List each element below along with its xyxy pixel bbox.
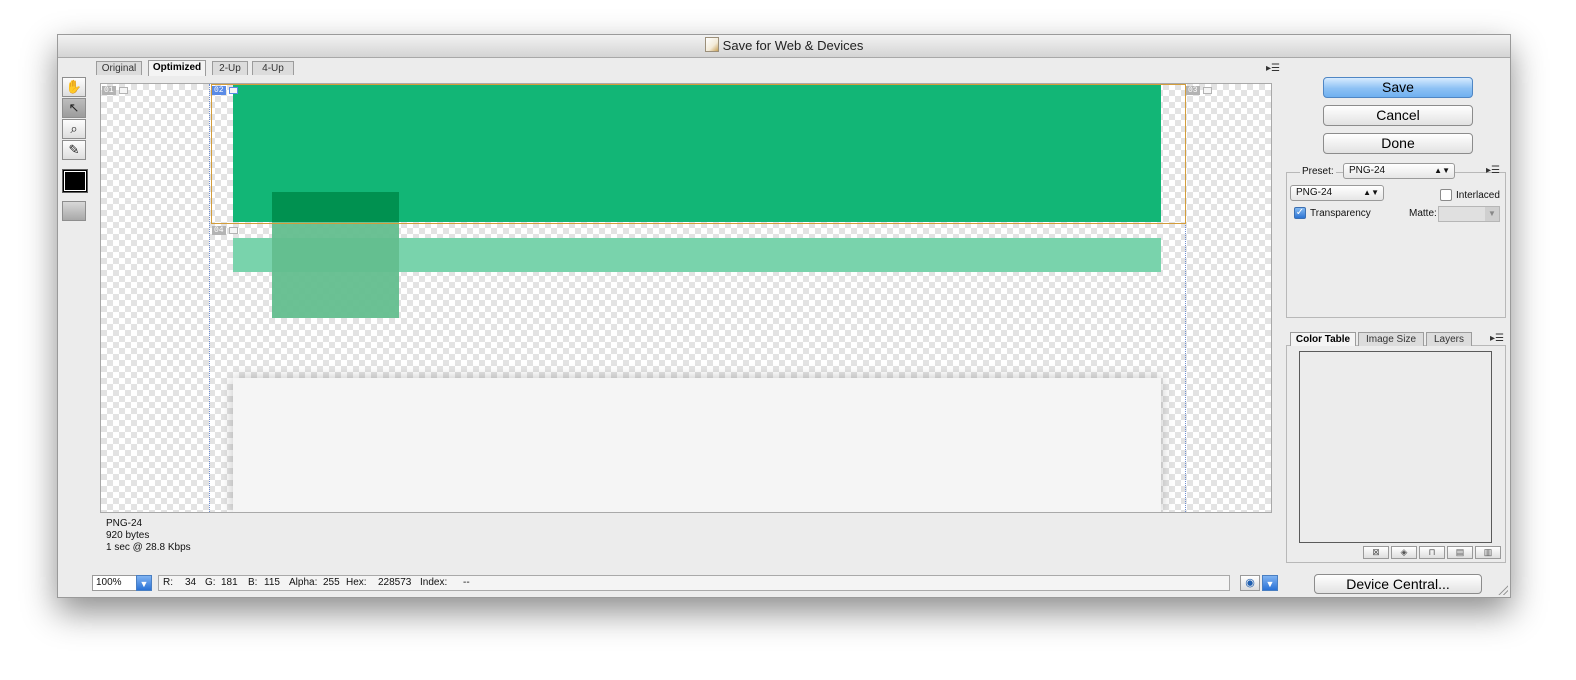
save-for-web-window: Save for Web & Devices Original Optimize… xyxy=(57,34,1511,598)
tab-color-table[interactable]: Color Table xyxy=(1290,332,1356,346)
chevron-down-icon: ▼ xyxy=(1485,207,1499,221)
lock-color-icon[interactable]: ⊓ xyxy=(1419,546,1445,559)
red-value: 34 xyxy=(185,577,197,588)
index-value: -- xyxy=(463,577,470,588)
hand-tool-icon[interactable]: ✋ xyxy=(62,77,86,97)
status-bar: 100% ▼ R: 34 G: 181 B: 115 Alpha: 255 He… xyxy=(92,573,1288,593)
hex-value: 228573 xyxy=(378,577,412,588)
eyedropper-tool-icon[interactable]: ✎ xyxy=(62,140,86,160)
preset-select[interactable]: PNG-24 ▲▼ xyxy=(1343,163,1455,179)
light-content-panel xyxy=(233,378,1161,512)
tab-optimized[interactable]: Optimized xyxy=(148,60,206,76)
preset-label: Preset: xyxy=(1300,166,1336,177)
panel-menu-icon[interactable]: ▸☰ xyxy=(1266,63,1280,74)
slice-label-03[interactable]: 03 xyxy=(1186,86,1200,95)
color-table-grid[interactable] xyxy=(1299,351,1492,543)
info-download-time: 1 sec @ 28.8 Kbps xyxy=(106,542,191,553)
optimization-info: PNG-24 920 bytes 1 sec @ 28.8 Kbps xyxy=(100,513,1270,559)
eyedropper-color-swatch[interactable] xyxy=(62,169,88,193)
selected-slice-outline[interactable] xyxy=(211,84,1186,224)
slice-image-icon xyxy=(119,87,128,94)
interlaced-label: Interlaced xyxy=(1456,190,1500,201)
save-button[interactable]: Save xyxy=(1323,77,1473,98)
done-button[interactable]: Done xyxy=(1323,133,1473,154)
slice-guide xyxy=(209,84,210,512)
slice-label-01[interactable]: 01 xyxy=(102,86,116,95)
tab-2-up[interactable]: 2-Up xyxy=(212,61,248,75)
transparency-label: Transparency xyxy=(1310,208,1371,219)
select-arrows-icon: ▲▼ xyxy=(1363,188,1379,197)
tab-original[interactable]: Original xyxy=(96,61,142,75)
image-preview-canvas[interactable]: 01 03 02 04 xyxy=(100,83,1272,513)
title-bar: Save for Web & Devices xyxy=(58,35,1510,58)
file-format-select[interactable]: PNG-24 ▲▼ xyxy=(1290,185,1384,201)
optimize-menu-icon[interactable]: ▸☰ xyxy=(1486,165,1500,176)
device-central-button[interactable]: Device Central... xyxy=(1314,574,1482,594)
tab-image-size[interactable]: Image Size xyxy=(1358,332,1424,346)
slice-select-tool-icon[interactable]: ↖ xyxy=(62,98,86,118)
tab-4-up[interactable]: 4-Up xyxy=(252,61,294,75)
new-color-icon[interactable]: ▤ xyxy=(1447,546,1473,559)
slice-image-icon xyxy=(229,227,238,234)
zoom-dropdown-icon[interactable]: ▼ xyxy=(136,575,152,591)
slice-image-icon xyxy=(229,87,238,94)
slice-label-04[interactable]: 04 xyxy=(212,226,226,235)
slice-label-02[interactable]: 02 xyxy=(212,86,226,95)
interlaced-checkbox[interactable] xyxy=(1440,189,1452,201)
info-format: PNG-24 xyxy=(106,518,143,529)
transparency-checkbox[interactable]: ✓ xyxy=(1294,207,1306,219)
browser-dropdown-icon[interactable]: ▼ xyxy=(1262,575,1278,591)
matte-select[interactable]: ▼ xyxy=(1438,206,1500,222)
select-arrows-icon: ▲▼ xyxy=(1434,166,1450,175)
document-icon xyxy=(704,37,719,52)
green-value: 181 xyxy=(221,577,238,588)
trash-icon[interactable]: ▥ xyxy=(1475,546,1501,559)
cancel-button[interactable]: Cancel xyxy=(1323,105,1473,126)
map-transparency-icon[interactable]: ⊠ xyxy=(1363,546,1389,559)
matte-label: Matte: xyxy=(1409,208,1437,219)
zoom-tool-icon[interactable]: ⌕ xyxy=(62,119,86,139)
alpha-value: 255 xyxy=(323,577,340,588)
info-size: 920 bytes xyxy=(106,530,150,541)
tab-layers[interactable]: Layers xyxy=(1426,332,1472,346)
preview-in-browser-icon[interactable]: ◉ xyxy=(1240,575,1260,591)
resize-grip-icon[interactable] xyxy=(1496,583,1508,595)
web-shift-icon[interactable]: ◈ xyxy=(1391,546,1417,559)
blue-value: 115 xyxy=(264,577,280,588)
color-table-menu-icon[interactable]: ▸☰ xyxy=(1490,333,1504,344)
color-readout: R: 34 G: 181 B: 115 Alpha: 255 Hex: 2285… xyxy=(158,575,1230,591)
window-title: Save for Web & Devices xyxy=(722,38,864,53)
toggle-slices-visibility-icon[interactable] xyxy=(62,201,86,221)
slice-image-icon xyxy=(1203,87,1212,94)
